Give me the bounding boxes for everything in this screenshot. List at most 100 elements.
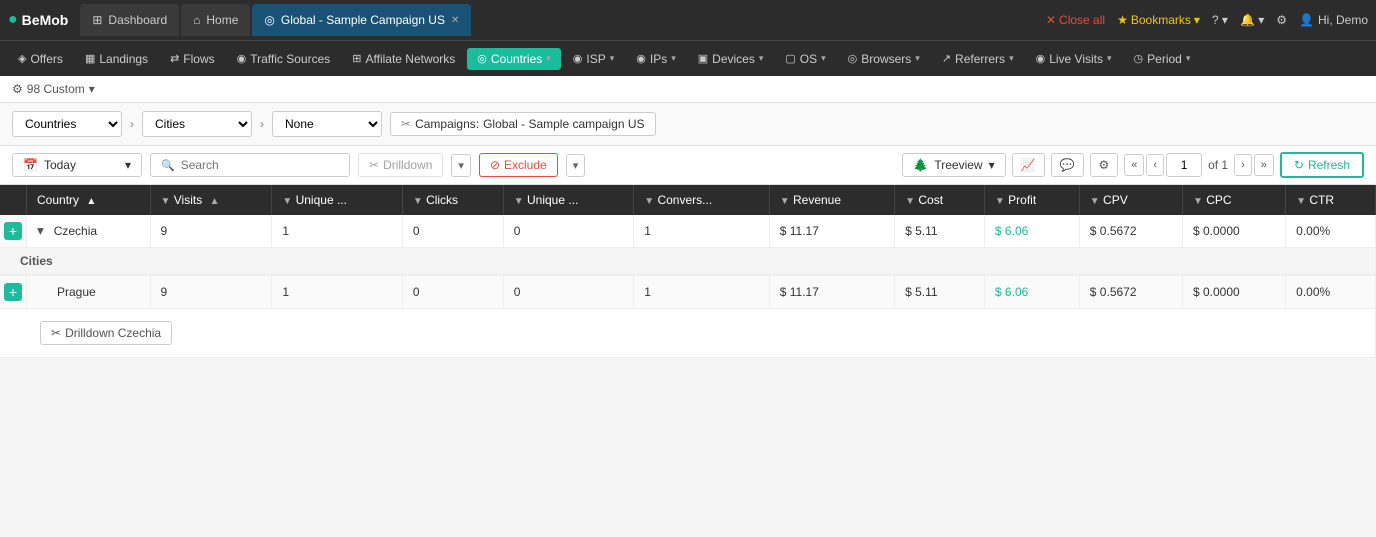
nav-landings-label: Landings — [99, 52, 148, 66]
page-last-button[interactable]: » — [1254, 154, 1274, 176]
filter-dropdown-3[interactable]: None Countries Cities — [272, 111, 382, 137]
row-add-button[interactable]: + — [4, 222, 22, 240]
table-settings-icon: ⚙ — [1099, 158, 1110, 172]
prague-name-cell: Prague — [27, 276, 151, 309]
nav-browsers[interactable]: ◎ Browsers ▾ — [838, 48, 930, 70]
col-unique2[interactable]: ▼ Unique ... — [503, 185, 633, 215]
col-profit[interactable]: ▼ Profit — [984, 185, 1079, 215]
close-tab-icon[interactable]: ✕ — [451, 15, 459, 26]
page-prev-button[interactable]: ‹ — [1146, 154, 1164, 176]
period-icon: ◷ — [1134, 52, 1144, 65]
filter-dropdown-1[interactable]: Countries Cities ISP IPs — [12, 111, 122, 137]
nav-offers[interactable]: ◈ Offers — [8, 48, 73, 70]
tab-home[interactable]: ⌂ Home — [181, 4, 250, 36]
close-all-button[interactable]: ✕ Close all — [1046, 13, 1105, 27]
nav-flows[interactable]: ⇄ Flows — [160, 48, 225, 70]
expand-czechia-button[interactable]: ▾ — [37, 223, 44, 239]
help-icon: ? — [1212, 13, 1219, 27]
chart-button[interactable]: 📈 — [1012, 153, 1045, 177]
campaign-label: Campaigns: — [415, 117, 479, 131]
filter-group-3: None Countries Cities — [272, 111, 382, 137]
user-icon: 👤 — [1299, 13, 1314, 27]
bookmarks-button[interactable]: ★ Bookmarks ▾ — [1117, 13, 1200, 27]
filter-ctr-icon: ▼ — [1296, 196, 1306, 207]
col-cost[interactable]: ▼ Cost — [895, 185, 985, 215]
exclude-label: Exclude — [504, 158, 547, 172]
page-number-input[interactable] — [1166, 153, 1202, 177]
campaign-value: Global - Sample campaign US — [483, 117, 644, 131]
nav-period[interactable]: ◷ Period ▾ — [1124, 48, 1201, 70]
filter-unique1-icon: ▼ — [282, 196, 292, 207]
table-header-row: Country ▲ ▼ Visits ▲ ▼ Unique ... ▼ Clic… — [0, 185, 1376, 215]
settings-button[interactable]: ⚙ — [1276, 13, 1287, 27]
treeview-label: Treeview — [934, 158, 982, 172]
nav-countries[interactable]: ◎ Countries ▾ — [467, 48, 561, 70]
devices-icon: ▣ — [698, 52, 708, 65]
browsers-chevron-icon: ▾ — [915, 53, 920, 64]
prague-add-button[interactable]: + — [4, 283, 22, 301]
nav-os[interactable]: ▢ OS ▾ — [775, 48, 835, 70]
top-bar: ● BeMob ⊞ Dashboard ⌂ Home ◎ Global - Sa… — [0, 0, 1376, 40]
prague-cpv: $ 0.5672 — [1079, 276, 1182, 309]
exclude-split-button[interactable]: ▾ — [566, 154, 586, 177]
logo-text: BeMob — [22, 12, 69, 28]
custom-button[interactable]: ⚙ 98 Custom ▾ — [12, 82, 95, 96]
col-cpv[interactable]: ▼ CPV — [1079, 185, 1182, 215]
drilldown-czechia-label: Drilldown Czechia — [65, 326, 161, 340]
col-ctr[interactable]: ▼ CTR — [1286, 185, 1376, 215]
exclude-button[interactable]: ⊘ Exclude — [479, 153, 558, 177]
tab-dashboard[interactable]: ⊞ Dashboard — [80, 4, 179, 36]
nav-affiliate-networks[interactable]: ⊞ Affilate Networks — [342, 48, 465, 70]
col-country[interactable]: Country ▲ — [27, 185, 151, 215]
gear-icon: ⚙ — [1276, 13, 1287, 27]
affiliate-icon: ⊞ — [352, 52, 361, 65]
nav-live-visits[interactable]: ◉ Live Visits ▾ — [1026, 48, 1122, 70]
date-picker[interactable]: 📅 Today ▾ — [12, 153, 142, 177]
col-unique1[interactable]: ▼ Unique ... — [272, 185, 402, 215]
search-input[interactable] — [181, 158, 339, 172]
nav-referrers[interactable]: ↗ Referrers ▾ — [932, 48, 1024, 70]
drilldown-button[interactable]: ✂ Drilldown — [358, 153, 443, 177]
os-icon: ▢ — [785, 52, 795, 65]
notification-button[interactable]: 🔔 ▾ — [1240, 13, 1264, 27]
prague-clicks: 0 — [402, 276, 503, 309]
col-clicks[interactable]: ▼ Clicks — [402, 185, 503, 215]
filter-group-1: Countries Cities ISP IPs — [12, 111, 122, 137]
col-cpc[interactable]: ▼ CPC — [1182, 185, 1285, 215]
logo: ● BeMob — [8, 11, 68, 29]
country-cell: ▾ Czechia — [27, 215, 151, 248]
refresh-button[interactable]: ↻ Refresh — [1280, 152, 1364, 178]
col-visits[interactable]: ▼ Visits ▲ — [150, 185, 272, 215]
pagination: « ‹ of 1 › » — [1124, 153, 1274, 177]
chart-icon: 📈 — [1021, 158, 1036, 172]
drilldown-czechia-button[interactable]: ✂ Drilldown Czechia — [40, 321, 172, 345]
tab-campaign[interactable]: ◎ Global - Sample Campaign US ✕ — [252, 4, 471, 36]
nav-countries-label: Countries — [491, 52, 542, 66]
page-first-button[interactable]: « — [1124, 154, 1144, 176]
nav-isp[interactable]: ◉ ISP ▾ — [563, 48, 624, 70]
tab-bar: ⊞ Dashboard ⌂ Home ◎ Global - Sample Cam… — [80, 4, 1042, 36]
settings-table-button[interactable]: ⚙ — [1090, 153, 1119, 177]
filter-profit-icon: ▼ — [995, 196, 1005, 207]
page-next-button[interactable]: › — [1234, 154, 1252, 176]
search-icon: 🔍 — [161, 159, 175, 172]
nav-landings[interactable]: ▦ Landings — [75, 48, 158, 70]
treeview-button[interactable]: 🌲 Treeview ▾ — [902, 153, 1005, 177]
help-button[interactable]: ? ▾ — [1212, 13, 1228, 27]
message-icon: 💬 — [1060, 158, 1075, 172]
nav-ips[interactable]: ◉ IPs ▾ — [626, 48, 685, 70]
message-button[interactable]: 💬 — [1051, 153, 1084, 177]
col-conversions[interactable]: ▼ Convers... — [634, 185, 770, 215]
col-revenue[interactable]: ▼ Revenue — [769, 185, 894, 215]
sort-country-icon: ▲ — [86, 196, 96, 207]
user-menu[interactable]: 👤 Hi, Demo — [1299, 13, 1368, 27]
filter-conversions-icon: ▼ — [644, 196, 654, 207]
drilldown-split-button[interactable]: ▾ — [451, 154, 471, 177]
close-all-icon: ✕ — [1046, 13, 1056, 27]
czechia-cpc: $ 0.0000 — [1182, 215, 1285, 248]
col-add — [0, 185, 27, 215]
nav-traffic-sources[interactable]: ◉ Traffic Sources — [227, 48, 341, 70]
nav-devices[interactable]: ▣ Devices ▾ — [688, 48, 774, 70]
filter-dropdown-2[interactable]: Cities Countries ISP — [142, 111, 252, 137]
prague-profit: $ 6.06 — [984, 276, 1079, 309]
